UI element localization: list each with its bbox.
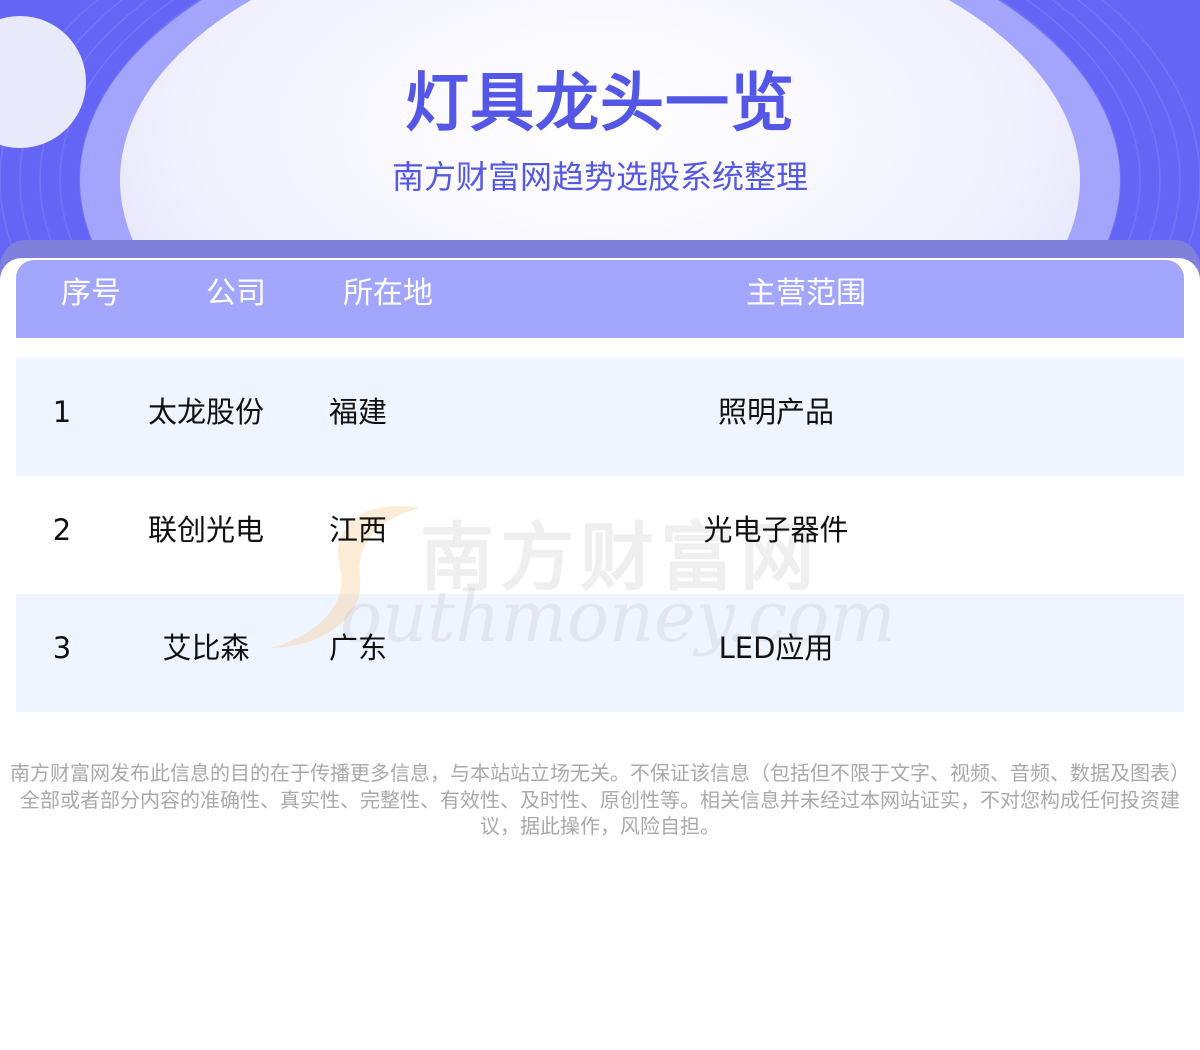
cell-location: 福建 xyxy=(329,395,388,429)
cell-index: 1 xyxy=(52,395,72,429)
cell-company: 联创光电 xyxy=(147,513,264,547)
row-2: 2 联创光电 江西 光电子器件 xyxy=(16,476,1184,594)
disclaimer-text: 南方财富网发布此信息的目的在于传播更多信息，与本站站立场无关。不保证该信息（包括… xyxy=(10,761,1190,838)
row-1: 1 太龙股份 福建 照明产品 xyxy=(16,358,1184,476)
cell-index: 3 xyxy=(52,631,72,665)
column-header-location: 所在地 xyxy=(343,276,433,311)
column-header-company: 公司 xyxy=(206,276,266,311)
column-header-business: 主营范围 xyxy=(746,276,866,311)
stock-table: 序号 公司 所在地 主营范围 南方财富网 outhmoney.com 1 太龙股… xyxy=(16,260,1184,738)
cell-location: 江西 xyxy=(329,513,388,547)
cell-company: 太龙股份 xyxy=(147,395,264,429)
cell-company: 艾比森 xyxy=(162,631,250,665)
table-body: 南方财富网 outhmoney.com 1 太龙股份 福建 照明产品 2 联创光… xyxy=(16,338,1184,738)
cell-location: 广东 xyxy=(329,631,388,665)
page-title: 灯具龙头一览 xyxy=(405,67,795,141)
cell-business: LED应用 xyxy=(718,631,834,665)
column-header-index: 序号 xyxy=(61,276,121,311)
cell-index: 2 xyxy=(52,513,72,547)
cell-business: 照明产品 xyxy=(717,395,834,429)
cell-business: 光电子器件 xyxy=(703,513,849,547)
page-subtitle: 南方财富网趋势选股系统整理 xyxy=(391,158,808,196)
row-3: 3 艾比森 广东 LED应用 xyxy=(16,594,1184,712)
table-header: 序号 公司 所在地 主营范围 xyxy=(16,260,1184,338)
